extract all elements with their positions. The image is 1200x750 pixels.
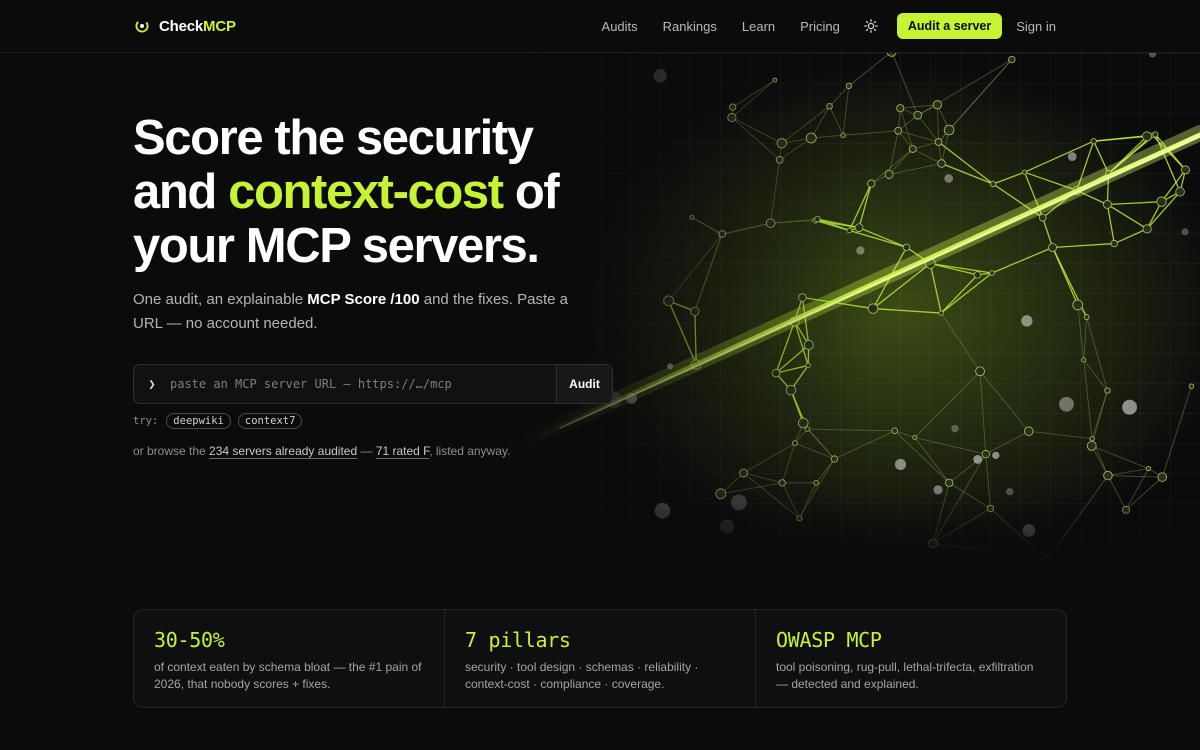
example-chip-deepwiki[interactable]: deepwiki	[166, 413, 231, 429]
hero-subtitle: One audit, an explainable MCP Score /100…	[133, 291, 569, 332]
audit-button[interactable]: Audit	[556, 365, 612, 403]
stats-panel: 30-50% of context eaten by schema bloat …	[133, 609, 1067, 708]
nav-link-rankings[interactable]: Rankings	[663, 19, 717, 34]
audit-url-form: ❯ Audit	[133, 364, 613, 404]
browse-audits-text: or browse the 234 servers already audite…	[133, 444, 511, 458]
brand-name: CheckMCP	[159, 17, 236, 35]
stat-description: of context eaten by schema bloat — the #…	[154, 660, 422, 691]
try-examples: try: deepwiki context7	[133, 413, 303, 429]
nav-link-pricing[interactable]: Pricing	[800, 19, 840, 34]
stat-description: security · tool design · schemas · relia…	[465, 660, 699, 691]
sign-in-link[interactable]: Sign in	[1016, 19, 1056, 34]
audited-servers-link[interactable]: 234 servers already audited	[209, 444, 357, 458]
sun-icon	[864, 19, 878, 33]
nav-links: Audits Rankings Learn Pricing Audit a se…	[602, 13, 1056, 39]
stat-value: OWASP MCP	[776, 628, 882, 652]
rated-f-link[interactable]: 71 rated F	[376, 444, 429, 458]
example-chip-context7[interactable]: context7	[237, 413, 303, 429]
theme-toggle-button[interactable]	[863, 18, 879, 34]
stat-card: 7 pillars security · tool design · schem…	[444, 610, 755, 707]
top-nav: CheckMCP Audits Rankings Learn Pricing A…	[0, 0, 1200, 53]
stat-value: 7 pillars	[465, 628, 571, 652]
audit-server-button[interactable]: Audit a server	[896, 13, 1003, 39]
stat-value: 30-50%	[154, 628, 225, 652]
logo-mark-icon	[135, 19, 149, 33]
stat-card: OWASP MCP tool poisoning, rug-pull, leth…	[755, 610, 1066, 707]
nav-link-learn[interactable]: Learn	[742, 19, 775, 34]
hero-section: Score the security and context-cost of y…	[0, 53, 1200, 562]
hero-headline: Score the security and context-cost of y…	[133, 111, 560, 273]
prompt-chevron-icon: ❯	[148, 377, 156, 391]
nav-link-audits[interactable]: Audits	[602, 19, 638, 34]
stat-description: tool poisoning, rug-pull, lethal-trifect…	[776, 660, 1034, 691]
try-label: try:	[133, 415, 159, 427]
server-url-input[interactable]	[170, 365, 556, 403]
stat-card: 30-50% of context eaten by schema bloat …	[134, 610, 444, 707]
brand-logo[interactable]: CheckMCP	[135, 16, 236, 36]
